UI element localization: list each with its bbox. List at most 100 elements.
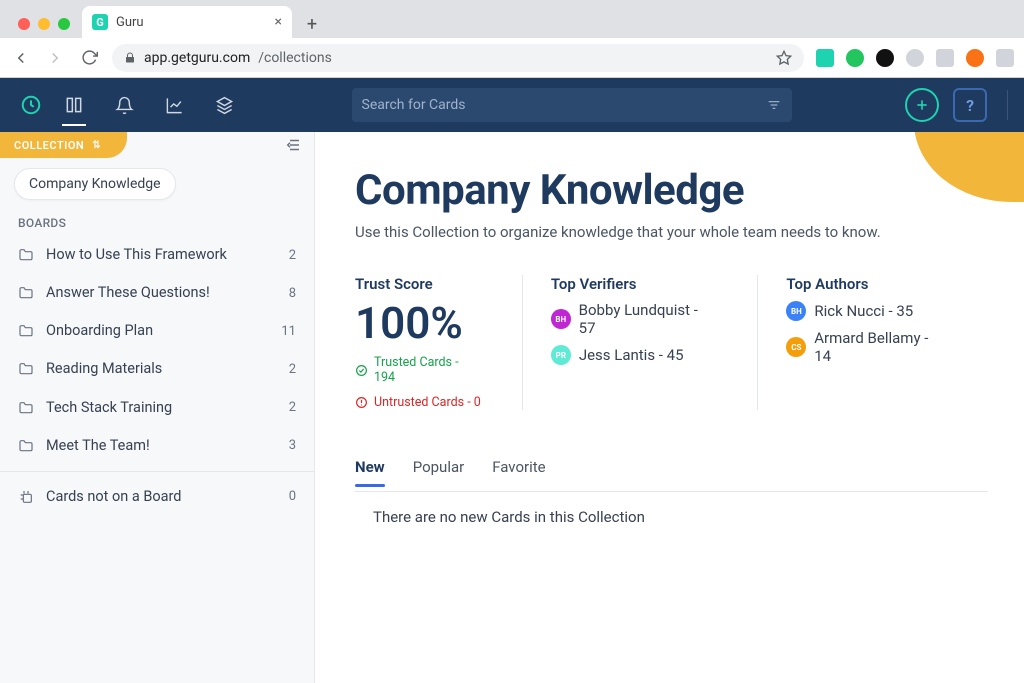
main-content: Company Knowledge Use this Collection to… [315, 132, 1024, 683]
card-tabs: New Popular Favorite [355, 458, 988, 492]
extension-icon[interactable] [966, 49, 984, 67]
app-top-nav: Search for Cards ? [0, 78, 1024, 132]
trust-score-value: 100% [355, 301, 482, 345]
top-authors-label: Top Authors [786, 275, 948, 293]
tab-strip: G Guru × + [0, 0, 1024, 38]
cards-not-on-board[interactable]: Cards not on a Board 0 [0, 478, 314, 516]
sidebar: COLLECTION ⇅ Company Knowledge BOARDS Ho… [0, 132, 315, 683]
extension-icons [816, 49, 1014, 67]
board-list: How to Use This Framework 2 Answer These… [0, 236, 314, 465]
guru-favicon: G [92, 14, 108, 30]
page-subtitle: Use this Collection to organize knowledg… [355, 223, 988, 241]
body-split: COLLECTION ⇅ Company Knowledge BOARDS Ho… [0, 132, 1024, 683]
add-button[interactable] [905, 88, 939, 122]
maximize-window-button[interactable] [58, 18, 70, 30]
board-item[interactable]: Tech Stack Training 2 [0, 389, 314, 427]
person-text: Armard Bellamy - 14 [814, 329, 948, 365]
board-label: Onboarding Plan [46, 322, 269, 340]
tab-title: Guru [116, 15, 144, 30]
board-item[interactable]: Meet The Team! 3 [0, 427, 314, 465]
board-count: 3 [289, 438, 296, 453]
extension-icon[interactable] [816, 49, 834, 67]
help-button[interactable]: ? [953, 88, 987, 122]
board-label: Tech Stack Training [46, 399, 277, 417]
top-authors-col: Top Authors BH Rick Nucci - 35 CS Armard… [757, 275, 988, 410]
board-item[interactable]: How to Use This Framework 2 [0, 236, 314, 274]
collection-label: COLLECTION [14, 139, 84, 152]
nav-library-icon[interactable] [52, 78, 96, 132]
person-row[interactable]: PR Jess Lantis - 45 [551, 345, 718, 365]
empty-state-message: There are no new Cards in this Collectio… [355, 508, 988, 526]
extension-icon[interactable] [846, 49, 864, 67]
extension-icon[interactable] [876, 49, 894, 67]
board-item[interactable]: Onboarding Plan 11 [0, 312, 314, 350]
nav-divider [1007, 90, 1008, 120]
nav-stacks-icon[interactable] [202, 78, 246, 132]
board-item[interactable]: Answer These Questions! 8 [0, 274, 314, 312]
extension-icon[interactable] [906, 49, 924, 67]
url-domain: app.getguru.com [144, 50, 250, 66]
lock-icon [124, 52, 136, 64]
board-count: 11 [281, 324, 296, 339]
extension-icon[interactable] [936, 49, 954, 67]
search-input[interactable]: Search for Cards [352, 88, 792, 122]
avatar: BH [551, 309, 571, 329]
collection-header-tab[interactable]: COLLECTION ⇅ [0, 132, 127, 158]
extension-icon[interactable] [996, 49, 1014, 67]
alert-circle-icon [355, 396, 368, 409]
unboarded-label: Cards not on a Board [46, 488, 277, 506]
check-circle-icon [355, 364, 368, 377]
collection-name: Company Knowledge [29, 176, 161, 192]
folder-icon [18, 285, 34, 301]
person-row[interactable]: CS Armard Bellamy - 14 [786, 329, 948, 365]
person-row[interactable]: BH Bobby Lundquist - 57 [551, 301, 718, 337]
trusted-cards-row[interactable]: Trusted Cards - 194 [355, 355, 482, 385]
url-path: /collections [258, 50, 332, 66]
tab-popular[interactable]: Popular [413, 458, 465, 486]
board-item[interactable]: Reading Materials 2 [0, 350, 314, 388]
person-row[interactable]: BH Rick Nucci - 35 [786, 301, 948, 321]
board-label: How to Use This Framework [46, 246, 277, 264]
tab-favorite[interactable]: Favorite [492, 458, 545, 486]
tab-new[interactable]: New [355, 458, 385, 486]
sort-icon: ⇅ [92, 140, 101, 151]
board-label: Reading Materials [46, 360, 277, 378]
untrusted-cards-text: Untrusted Cards - 0 [374, 395, 481, 410]
top-verifiers-col: Top Verifiers BH Bobby Lundquist - 57 PR… [522, 275, 758, 410]
help-label: ? [966, 96, 974, 115]
nav-notifications-icon[interactable] [102, 78, 146, 132]
board-count: 2 [289, 362, 296, 377]
close-tab-icon[interactable]: × [275, 14, 282, 30]
person-text: Jess Lantis - 45 [579, 346, 684, 364]
unboarded-count: 0 [289, 489, 296, 504]
bookmark-star-icon[interactable] [776, 50, 792, 66]
new-tab-button[interactable]: + [298, 10, 326, 38]
minimize-window-button[interactable] [38, 18, 50, 30]
window-controls [8, 18, 82, 38]
address-bar[interactable]: app.getguru.com/collections [112, 44, 804, 72]
avatar: CS [786, 337, 806, 357]
folder-icon [18, 438, 34, 454]
page-title: Company Knowledge [355, 166, 988, 215]
browser-tab[interactable]: G Guru × [82, 6, 292, 38]
trusted-cards-text: Trusted Cards - 194 [374, 355, 482, 385]
forward-button[interactable] [44, 47, 66, 69]
nav-analytics-icon[interactable] [152, 78, 196, 132]
untrusted-cards-row[interactable]: Untrusted Cards - 0 [355, 395, 482, 410]
back-button[interactable] [10, 47, 32, 69]
reload-button[interactable] [78, 47, 100, 69]
folder-icon [18, 361, 34, 377]
board-count: 2 [289, 400, 296, 415]
close-window-button[interactable] [18, 18, 30, 30]
stats-row: Trust Score 100% Trusted Cards - 194 Unt… [355, 275, 988, 410]
broken-link-icon [18, 489, 34, 505]
folder-icon [18, 247, 34, 263]
filter-icon[interactable] [766, 97, 782, 113]
board-divider [0, 471, 314, 472]
collection-chip[interactable]: Company Knowledge [14, 168, 176, 200]
board-count: 8 [289, 286, 296, 301]
board-count: 2 [289, 248, 296, 263]
board-label: Meet The Team! [46, 437, 277, 455]
collapse-sidebar-icon[interactable] [284, 136, 302, 154]
guru-logo-icon[interactable] [16, 90, 46, 120]
